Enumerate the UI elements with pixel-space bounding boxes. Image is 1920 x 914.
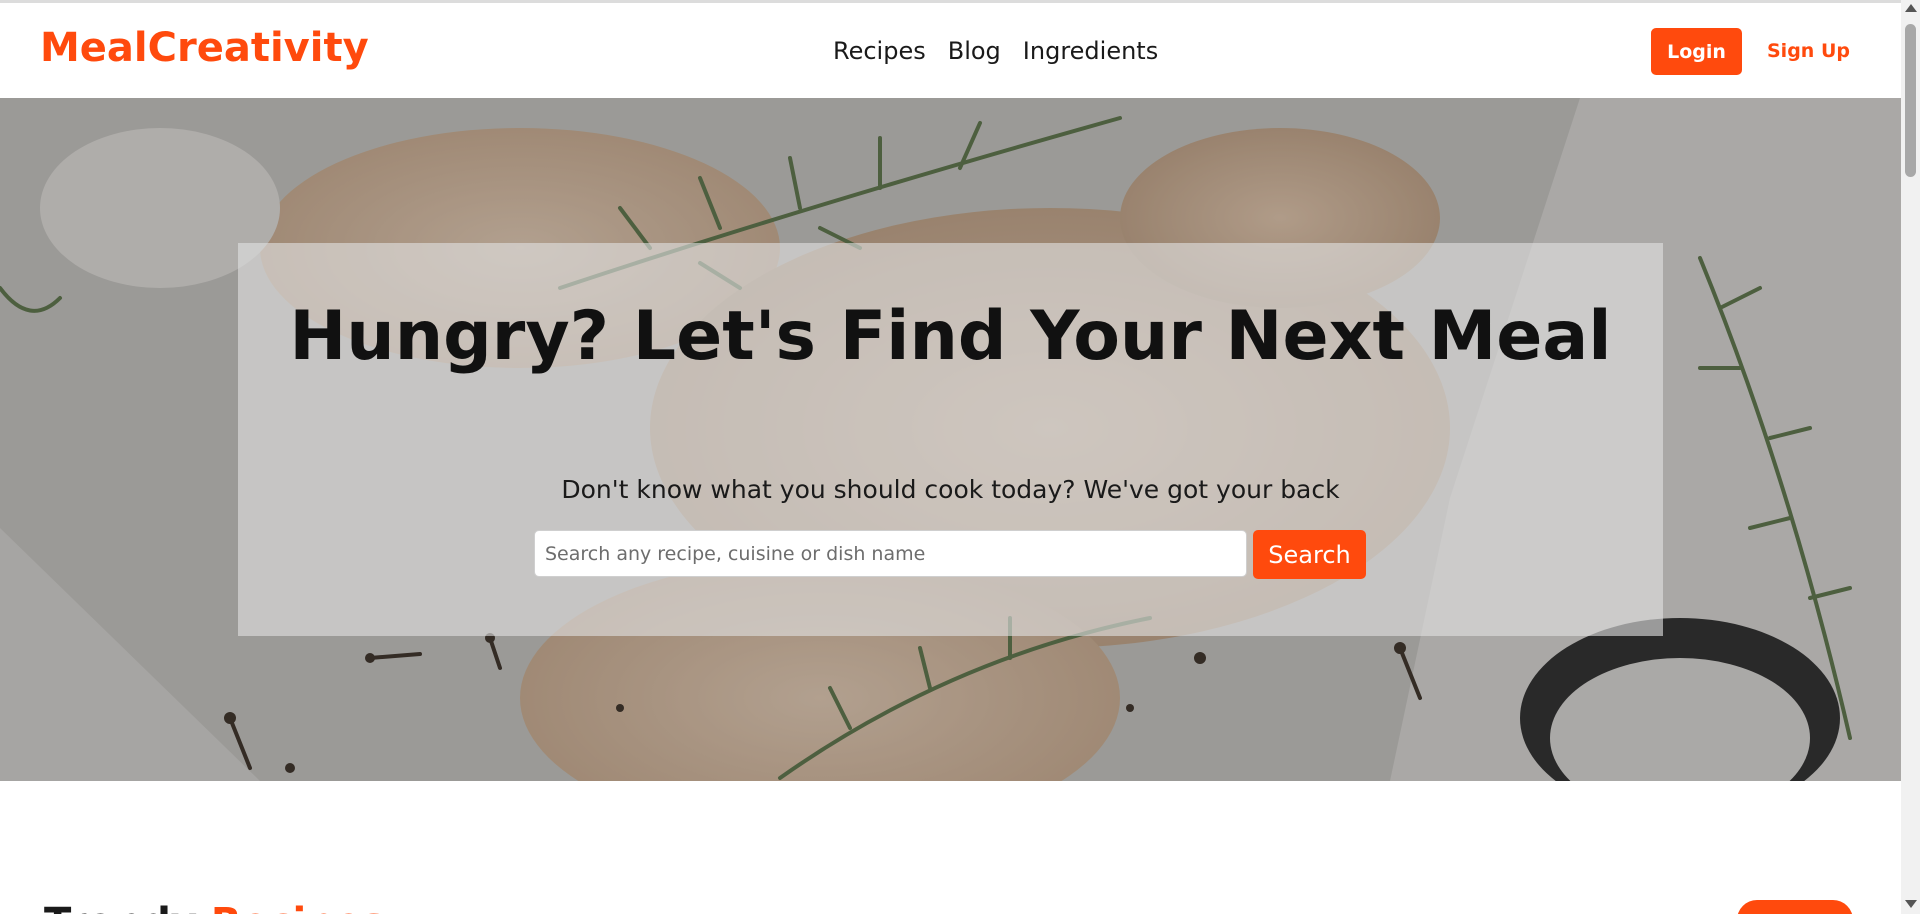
heading-text: Trendy	[44, 900, 197, 914]
brand-logo[interactable]: MealCreativity	[40, 25, 369, 71]
main-nav: Recipes Blog Ingredients	[833, 37, 1158, 65]
nav-ingredients[interactable]: Ingredients	[1023, 37, 1158, 65]
nav-recipes[interactable]: Recipes	[833, 37, 926, 65]
hero-title: Hungry? Let's Find Your Next Meal	[289, 297, 1612, 376]
scroll-thumb[interactable]	[1905, 24, 1916, 177]
scroll-down-arrow-icon[interactable]	[1905, 900, 1917, 908]
trendy-recipes-heading: Trendy Recipes	[44, 900, 386, 914]
section-action-button[interactable]	[1737, 900, 1853, 914]
nav-blog[interactable]: Blog	[948, 37, 1001, 65]
search-button[interactable]: Search	[1253, 530, 1366, 579]
heading-accent-text: Recipes	[211, 900, 386, 914]
scroll-up-arrow-icon[interactable]	[1905, 4, 1917, 12]
hero-section: Hungry? Let's Find Your Next Meal Don't …	[0, 98, 1901, 781]
hero-card: Hungry? Let's Find Your Next Meal Don't …	[238, 243, 1663, 636]
page-viewport: MealCreativity Recipes Blog Ingredients …	[0, 0, 1901, 914]
login-button[interactable]: Login	[1651, 28, 1742, 75]
hero-subtitle: Don't know what you should cook today? W…	[561, 475, 1340, 504]
navbar: MealCreativity Recipes Blog Ingredients …	[0, 3, 1901, 98]
signup-button[interactable]: Sign Up	[1767, 40, 1850, 62]
recipe-search-input[interactable]	[534, 530, 1247, 577]
page-scrollbar[interactable]	[1901, 0, 1920, 914]
